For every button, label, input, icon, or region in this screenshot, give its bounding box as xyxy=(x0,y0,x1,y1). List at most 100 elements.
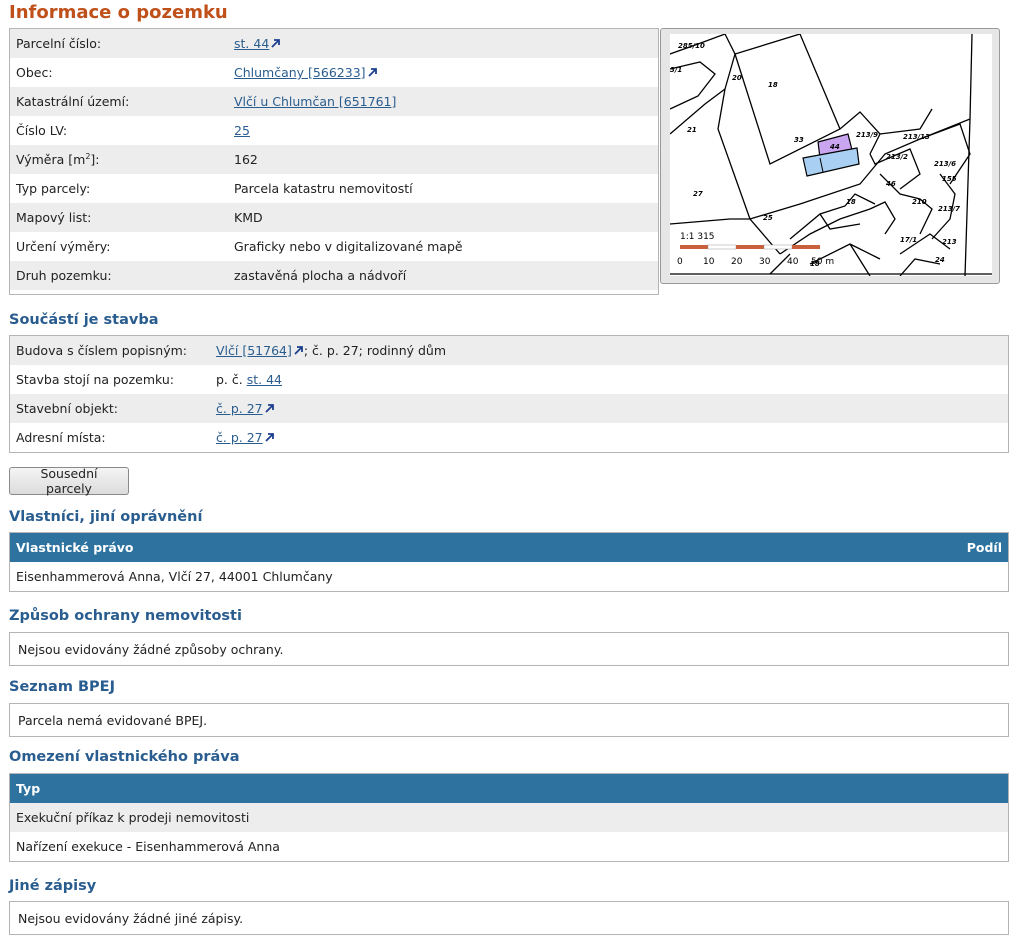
area-method-label: Určení výměry: xyxy=(16,239,111,254)
svg-text:213/13: 213/13 xyxy=(903,133,930,141)
owners-heading: Vlastníci, jiní oprávnění xyxy=(9,509,203,525)
owners-table-header: Vlastnické právo Podíl xyxy=(10,533,1008,562)
svg-text:18: 18 xyxy=(768,81,778,89)
building-row: Adresní místa: č. p. 27 xyxy=(10,423,1008,452)
building-row: Stavební objekt: č. p. 27 xyxy=(10,394,1008,423)
restrictions-table-header: Typ xyxy=(10,774,1008,803)
owner-name: Eisenhammerová Anna, Vlčí 27, 44001 Chlu… xyxy=(16,569,333,584)
restriction-row: Nařízení exekuce - Eisenhammerová Anna xyxy=(10,832,1008,861)
external-link-icon[interactable] xyxy=(293,345,304,356)
parcel-row: Výměra [m2]: 162 xyxy=(10,145,658,174)
building-description: ; č. p. 27; rodinný dům xyxy=(303,343,447,358)
svg-text:24: 24 xyxy=(935,256,945,264)
other-records-text: Nejsou evidovány žádné jiné zápisy. xyxy=(18,910,244,926)
cadastral-map[interactable]: 285/10 3/1 20 18 21 33 44 213/9 213/13 2… xyxy=(670,34,992,276)
svg-text:213/2: 213/2 xyxy=(886,153,908,161)
land-type-value: zastavěná plocha a nádvoří xyxy=(234,268,407,283)
parcel-row: Druh pozemku: zastavěná plocha a nádvoří xyxy=(10,261,658,290)
address-point-link[interactable]: č. p. 27 xyxy=(216,430,263,445)
svg-text:27: 27 xyxy=(693,190,703,198)
restriction-row: Exekuční příkaz k prodeji nemovitosti xyxy=(10,803,1008,832)
page-title: Informace o pozemku xyxy=(9,2,228,23)
protection-heading: Způsob ochrany nemovitosti xyxy=(9,608,242,624)
svg-text:213: 213 xyxy=(942,238,957,246)
restriction-item: Exekuční příkaz k prodeji nemovitosti xyxy=(16,810,250,825)
parcel-type-value: Parcela katastru nemovitostí xyxy=(234,181,413,196)
construction-object-link[interactable]: č. p. 27 xyxy=(216,401,263,416)
parcel-info-table: Parcelní číslo: st. 44 Obec: Chlumčany [… xyxy=(9,28,659,295)
parcel-number-link[interactable]: st. 44 xyxy=(234,36,269,51)
area-method-value: Graficky nebo v digitalizované mapě xyxy=(234,239,463,254)
cadastral-area-label: Katastrální území: xyxy=(16,94,130,109)
restriction-item: Nařízení exekuce - Eisenhammerová Anna xyxy=(16,839,280,854)
svg-text:30: 30 xyxy=(759,257,771,267)
lv-number-link[interactable]: 25 xyxy=(234,123,250,138)
cadastral-area-link[interactable]: Vlčí u Chlumčan [651761] xyxy=(234,94,396,109)
building-number-label: Budova s číslem popisným: xyxy=(16,343,187,358)
parcel-row: Určení výměry: Graficky nebo v digitaliz… xyxy=(10,232,658,261)
svg-text:3/1: 3/1 xyxy=(670,66,682,74)
land-type-label: Druh pozemku: xyxy=(16,268,112,283)
parcel-row: Mapový list: KMD xyxy=(10,203,658,232)
parcel-prefix: p. č. xyxy=(216,372,247,387)
svg-text:213/7: 213/7 xyxy=(938,205,960,213)
svg-text:44: 44 xyxy=(830,143,840,151)
svg-text:18: 18 xyxy=(846,198,856,206)
svg-text:1:1 315: 1:1 315 xyxy=(680,232,715,242)
svg-text:50 m: 50 m xyxy=(811,257,834,267)
other-records-box: Nejsou evidovány žádné jiné zápisy. xyxy=(9,901,1009,935)
svg-text:20: 20 xyxy=(731,257,743,267)
share-column-header: Podíl xyxy=(966,540,1002,555)
svg-text:10: 10 xyxy=(703,257,715,267)
area-label: Výměra [m2]: xyxy=(16,151,100,168)
restrictions-heading: Omezení vlastnického práva xyxy=(9,749,240,765)
lv-number-label: Číslo LV: xyxy=(16,123,68,138)
building-table: Budova s číslem popisným: Vlčí [51764] ; … xyxy=(9,335,1009,453)
parcel-row: Parcelní číslo: st. 44 xyxy=(10,29,658,58)
parcel-number-label: Parcelní číslo: xyxy=(16,36,102,51)
ownership-column-header: Vlastnické právo xyxy=(16,540,134,555)
construction-object-label: Stavební objekt: xyxy=(16,401,118,416)
svg-text:155: 155 xyxy=(942,175,957,183)
map-sheet-value: KMD xyxy=(234,210,263,225)
municipality-link[interactable]: Chlumčany [566233] xyxy=(234,65,366,80)
svg-text:25: 25 xyxy=(763,214,773,222)
neighbor-parcels-button[interactable]: Sousední parcely xyxy=(9,466,129,496)
external-link-icon[interactable] xyxy=(367,67,378,78)
svg-text:213/9: 213/9 xyxy=(856,131,878,139)
svg-text:0: 0 xyxy=(677,257,683,267)
parcel-row: Typ parcely: Parcela katastru nemovitost… xyxy=(10,174,658,203)
parcel-row: Obec: Chlumčany [566233] xyxy=(10,58,658,87)
parcel-type-label: Typ parcely: xyxy=(16,181,91,196)
svg-text:33: 33 xyxy=(794,136,804,144)
parcel-row: Katastrální území: Vlčí u Chlumčan [6517… xyxy=(10,87,658,116)
building-heading: Součástí je stavba xyxy=(9,312,159,328)
svg-text:20: 20 xyxy=(732,74,742,82)
building-link[interactable]: Vlčí [51764] xyxy=(216,343,292,358)
protection-box: Nejsou evidovány žádné způsoby ochrany. xyxy=(9,632,1009,666)
bpej-heading: Seznam BPEJ xyxy=(9,679,115,695)
external-link-icon[interactable] xyxy=(264,403,275,414)
external-link-icon[interactable] xyxy=(270,38,281,49)
svg-text:40: 40 xyxy=(787,257,799,267)
bpej-box: Parcela nemá evidované BPEJ. xyxy=(9,703,1009,737)
building-row: Stavba stojí na pozemku: p. č. st. 44 xyxy=(10,365,1008,394)
municipality-label: Obec: xyxy=(16,65,53,80)
building-row: Budova s číslem popisným: Vlčí [51764] ; … xyxy=(10,336,1008,365)
parcel-row: Číslo LV: 25 xyxy=(10,116,658,145)
area-value: 162 xyxy=(234,152,258,167)
svg-text:17/1: 17/1 xyxy=(900,236,917,244)
restrictions-table: Typ Exekuční příkaz k prodeji nemovitost… xyxy=(9,773,1009,862)
address-points-label: Adresní místa: xyxy=(16,430,106,445)
svg-text:46: 46 xyxy=(886,180,896,188)
other-records-heading: Jiné zápisy xyxy=(9,878,97,894)
svg-text:213/6: 213/6 xyxy=(934,160,956,168)
svg-text:285/10: 285/10 xyxy=(678,42,705,50)
building-parcel-label: Stavba stojí na pozemku: xyxy=(16,372,174,387)
external-link-icon[interactable] xyxy=(264,432,275,443)
bpej-text: Parcela nemá evidované BPEJ. xyxy=(18,712,208,728)
type-column-header: Typ xyxy=(16,781,41,796)
owners-table: Vlastnické právo Podíl Eisenhammerová An… xyxy=(9,532,1009,592)
cadastral-map-thumbnail[interactable]: 285/10 3/1 20 18 21 33 44 213/9 213/13 2… xyxy=(660,28,1000,284)
building-parcel-link[interactable]: st. 44 xyxy=(247,372,282,387)
